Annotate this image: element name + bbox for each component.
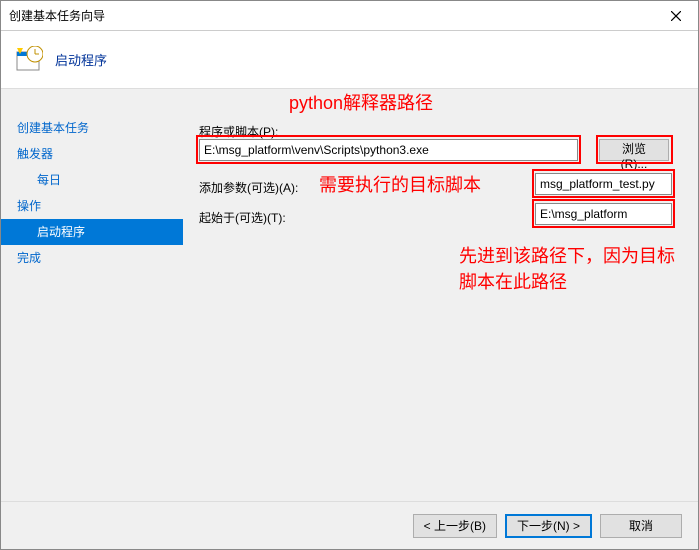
body-area: 创建基本任务 触发器 每日 操作 启动程序 完成 python解释器路径 程序或… — [1, 89, 698, 501]
args-label: 添加参数(可选)(A): — [183, 179, 303, 196]
wizard-window: 创建基本任务向导 启动程序 创建基本任务 触发器 每日 操作 启动程序 完成 p… — [0, 0, 699, 550]
form-area: python解释器路径 程序或脚本(P): 浏览(R)... 添加参数(可选)(… — [183, 89, 698, 501]
close-button[interactable] — [653, 1, 698, 31]
back-button[interactable]: < 上一步(B) — [413, 514, 497, 538]
program-input[interactable] — [199, 139, 578, 161]
footer: < 上一步(B) 下一步(N) > 取消 — [1, 501, 698, 549]
close-icon — [671, 11, 681, 21]
sidebar-item-finish[interactable]: 完成 — [1, 245, 183, 271]
sidebar-item-daily[interactable]: 每日 — [1, 167, 183, 193]
sidebar-item-create[interactable]: 创建基本任务 — [1, 115, 183, 141]
browse-button[interactable]: 浏览(R)... — [599, 139, 669, 161]
sidebar-item-action[interactable]: 操作 — [1, 193, 183, 219]
run-program-icon — [15, 46, 43, 74]
args-input[interactable] — [535, 173, 672, 195]
sidebar-item-startprogram[interactable]: 启动程序 — [1, 219, 183, 245]
wizard-header: 启动程序 — [1, 31, 698, 89]
sidebar: 创建基本任务 触发器 每日 操作 启动程序 完成 — [1, 89, 183, 501]
startin-label: 起始于(可选)(T): — [183, 209, 303, 226]
startin-input[interactable] — [535, 203, 672, 225]
annotation-interpreter: python解释器路径 — [289, 89, 433, 115]
cancel-button[interactable]: 取消 — [600, 514, 682, 538]
annotation-target-script: 需要执行的目标脚本 — [319, 171, 481, 197]
annotation-cd-note: 先进到该路径下，因为目标脚本在此路径 — [459, 243, 689, 295]
header-title: 启动程序 — [55, 50, 107, 69]
sidebar-item-trigger[interactable]: 触发器 — [1, 141, 183, 167]
title-text: 创建基本任务向导 — [9, 7, 653, 24]
program-label: 程序或脚本(P): — [183, 123, 303, 140]
titlebar: 创建基本任务向导 — [1, 1, 698, 31]
next-button[interactable]: 下一步(N) > — [505, 514, 592, 538]
